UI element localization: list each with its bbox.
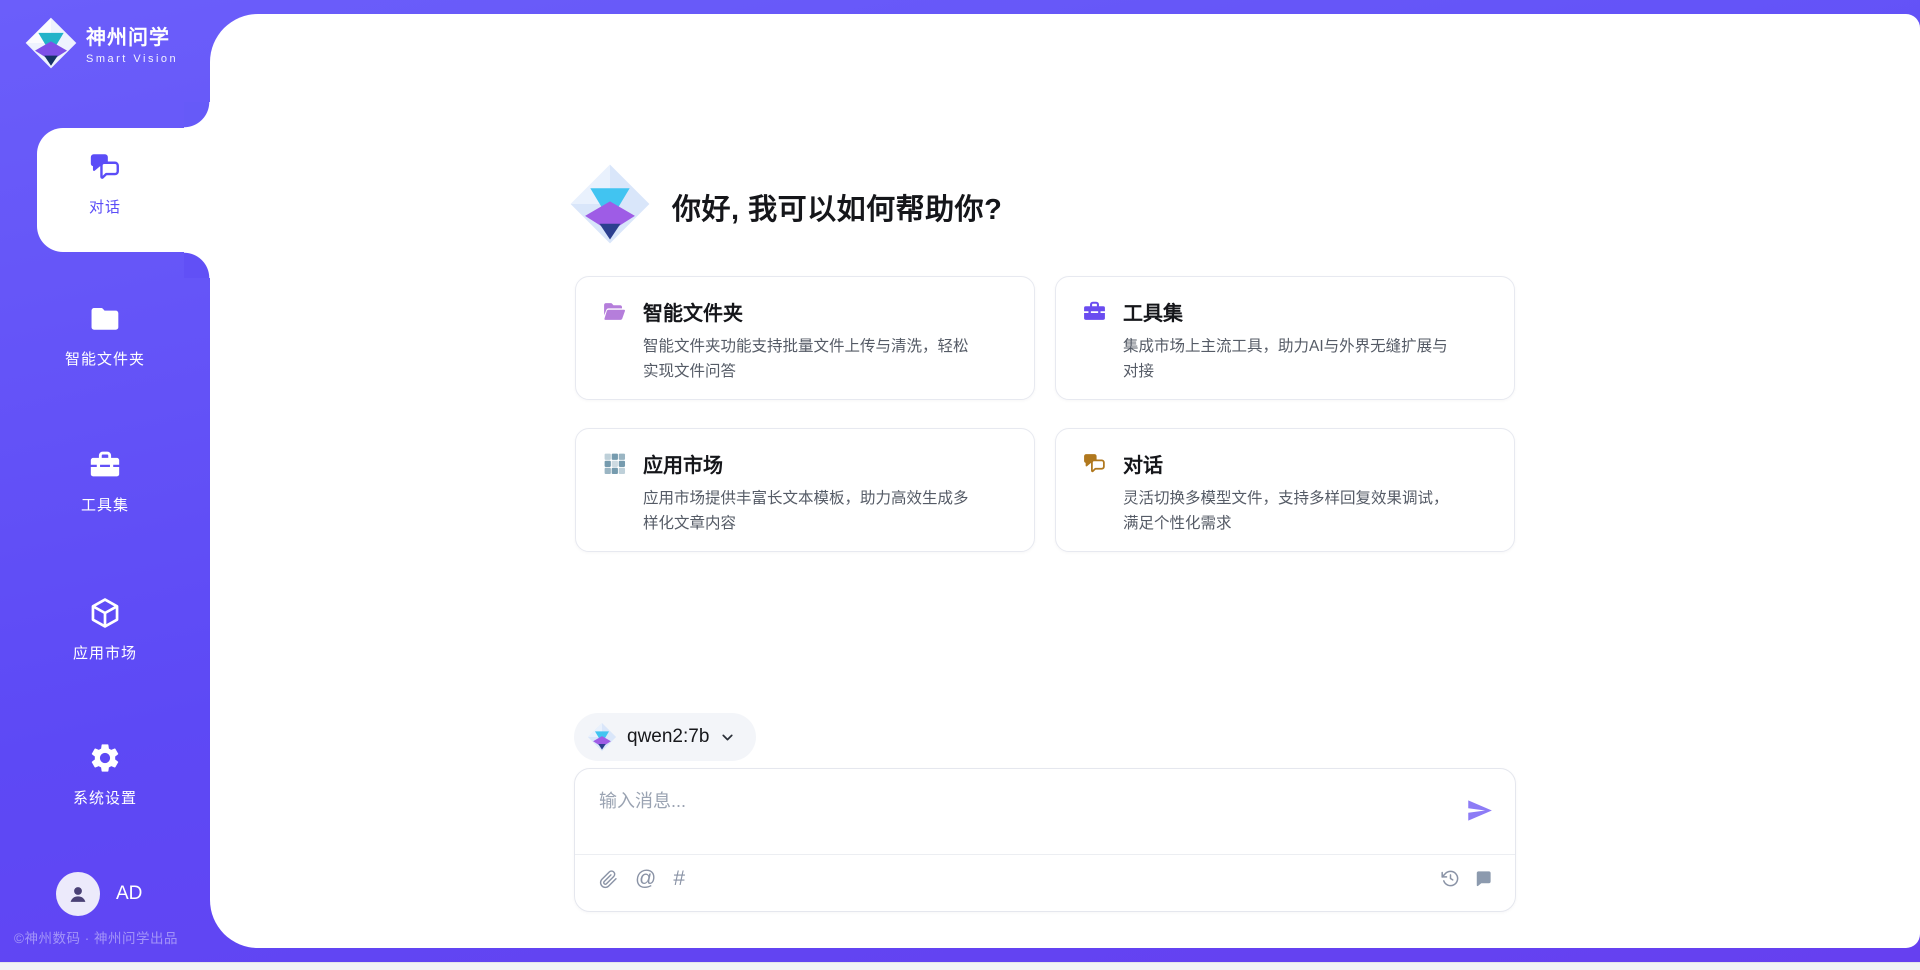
brand-logo: 神州问学 Smart Vision <box>24 16 178 70</box>
greeting-title: 你好, 我可以如何帮助你? <box>672 186 1002 228</box>
user-name: AD <box>116 883 142 905</box>
sidebar-item-label: 应用市场 <box>73 642 137 663</box>
at-icon[interactable]: @ <box>635 869 656 889</box>
model-selector[interactable]: qwen2:7b <box>574 713 756 761</box>
brand-subtitle: Smart Vision <box>86 53 178 65</box>
chat-icon <box>1082 451 1107 476</box>
folder-icon <box>88 302 122 336</box>
active-tab-fillet-top <box>184 102 210 128</box>
message-input[interactable] <box>599 787 1439 845</box>
main-content: 你好, 我可以如何帮助你? 智能文件夹 智能文件夹功能支持批量文件上传与清洗，轻… <box>210 14 1920 948</box>
paperclip-icon[interactable] <box>599 870 618 889</box>
message-composer: @ # <box>574 768 1516 912</box>
gear-icon <box>88 741 122 775</box>
grid-icon <box>602 451 627 476</box>
sidebar-item-settings[interactable]: 系统设置 <box>0 741 210 808</box>
card-title: 对话 <box>1123 449 1163 478</box>
card-smart-folder[interactable]: 智能文件夹 智能文件夹功能支持批量文件上传与清洗，轻松实现文件问答 <box>575 276 1035 400</box>
sidebar-item-label: 工具集 <box>81 494 129 515</box>
user-profile[interactable]: AD <box>56 872 142 916</box>
card-toolset[interactable]: 工具集 集成市场上主流工具，助力AI与外界无缝扩展与对接 <box>1055 276 1515 400</box>
composer-divider <box>575 854 1515 855</box>
model-diamond-icon <box>587 722 617 752</box>
sidebar-item-label: 智能文件夹 <box>65 348 145 369</box>
horizontal-scrollbar[interactable] <box>0 962 1920 970</box>
sidebar-item-label: 系统设置 <box>73 787 137 808</box>
brand-name: 神州问学 <box>86 21 178 50</box>
brand-diamond-icon <box>24 16 78 70</box>
copyright-text: ©神州数码 · 神州问学出品 <box>14 927 178 947</box>
chevron-down-icon <box>719 729 736 746</box>
send-icon[interactable] <box>1466 797 1493 824</box>
sidebar-item-app-market[interactable]: 应用市场 <box>0 596 210 663</box>
card-title: 工具集 <box>1123 297 1183 326</box>
card-description: 集成市场上主流工具，助力AI与外界无缝扩展与对接 <box>1123 334 1459 384</box>
card-description: 应用市场提供丰富长文本模板，助力高效生成多样化文章内容 <box>643 486 979 536</box>
sidebar-item-smart-folder[interactable]: 智能文件夹 <box>0 302 210 369</box>
model-name: qwen2:7b <box>627 726 709 748</box>
card-description: 智能文件夹功能支持批量文件上传与清洗，轻松实现文件问答 <box>643 334 979 384</box>
brand-diamond-icon <box>568 162 652 246</box>
person-icon <box>65 881 91 907</box>
folder-open-icon <box>602 299 627 324</box>
card-description: 灵活切换多模型文件，支持多样回复效果调试，满足个性化需求 <box>1123 486 1459 536</box>
chat-icon <box>88 150 122 184</box>
history-icon[interactable] <box>1441 869 1460 888</box>
toolbox-icon <box>1082 299 1107 324</box>
card-title: 应用市场 <box>643 449 723 478</box>
card-title: 智能文件夹 <box>643 297 743 326</box>
sidebar: 神州问学 Smart Vision 对话 智能文件夹 工具集 <box>0 0 210 970</box>
card-chat[interactable]: 对话 灵活切换多模型文件，支持多样回复效果调试，满足个性化需求 <box>1055 428 1515 552</box>
toolbox-icon <box>88 448 122 482</box>
cube-icon <box>88 596 122 630</box>
comment-icon[interactable] <box>1474 869 1493 888</box>
sidebar-item-toolset[interactable]: 工具集 <box>0 448 210 515</box>
card-app-market[interactable]: 应用市场 应用市场提供丰富长文本模板，助力高效生成多样化文章内容 <box>575 428 1035 552</box>
active-tab-fillet-bottom <box>184 252 210 278</box>
avatar <box>56 872 100 916</box>
hash-icon[interactable]: # <box>673 869 685 889</box>
sidebar-item-label: 对话 <box>89 196 121 217</box>
sidebar-item-chat[interactable]: 对话 <box>0 150 210 217</box>
